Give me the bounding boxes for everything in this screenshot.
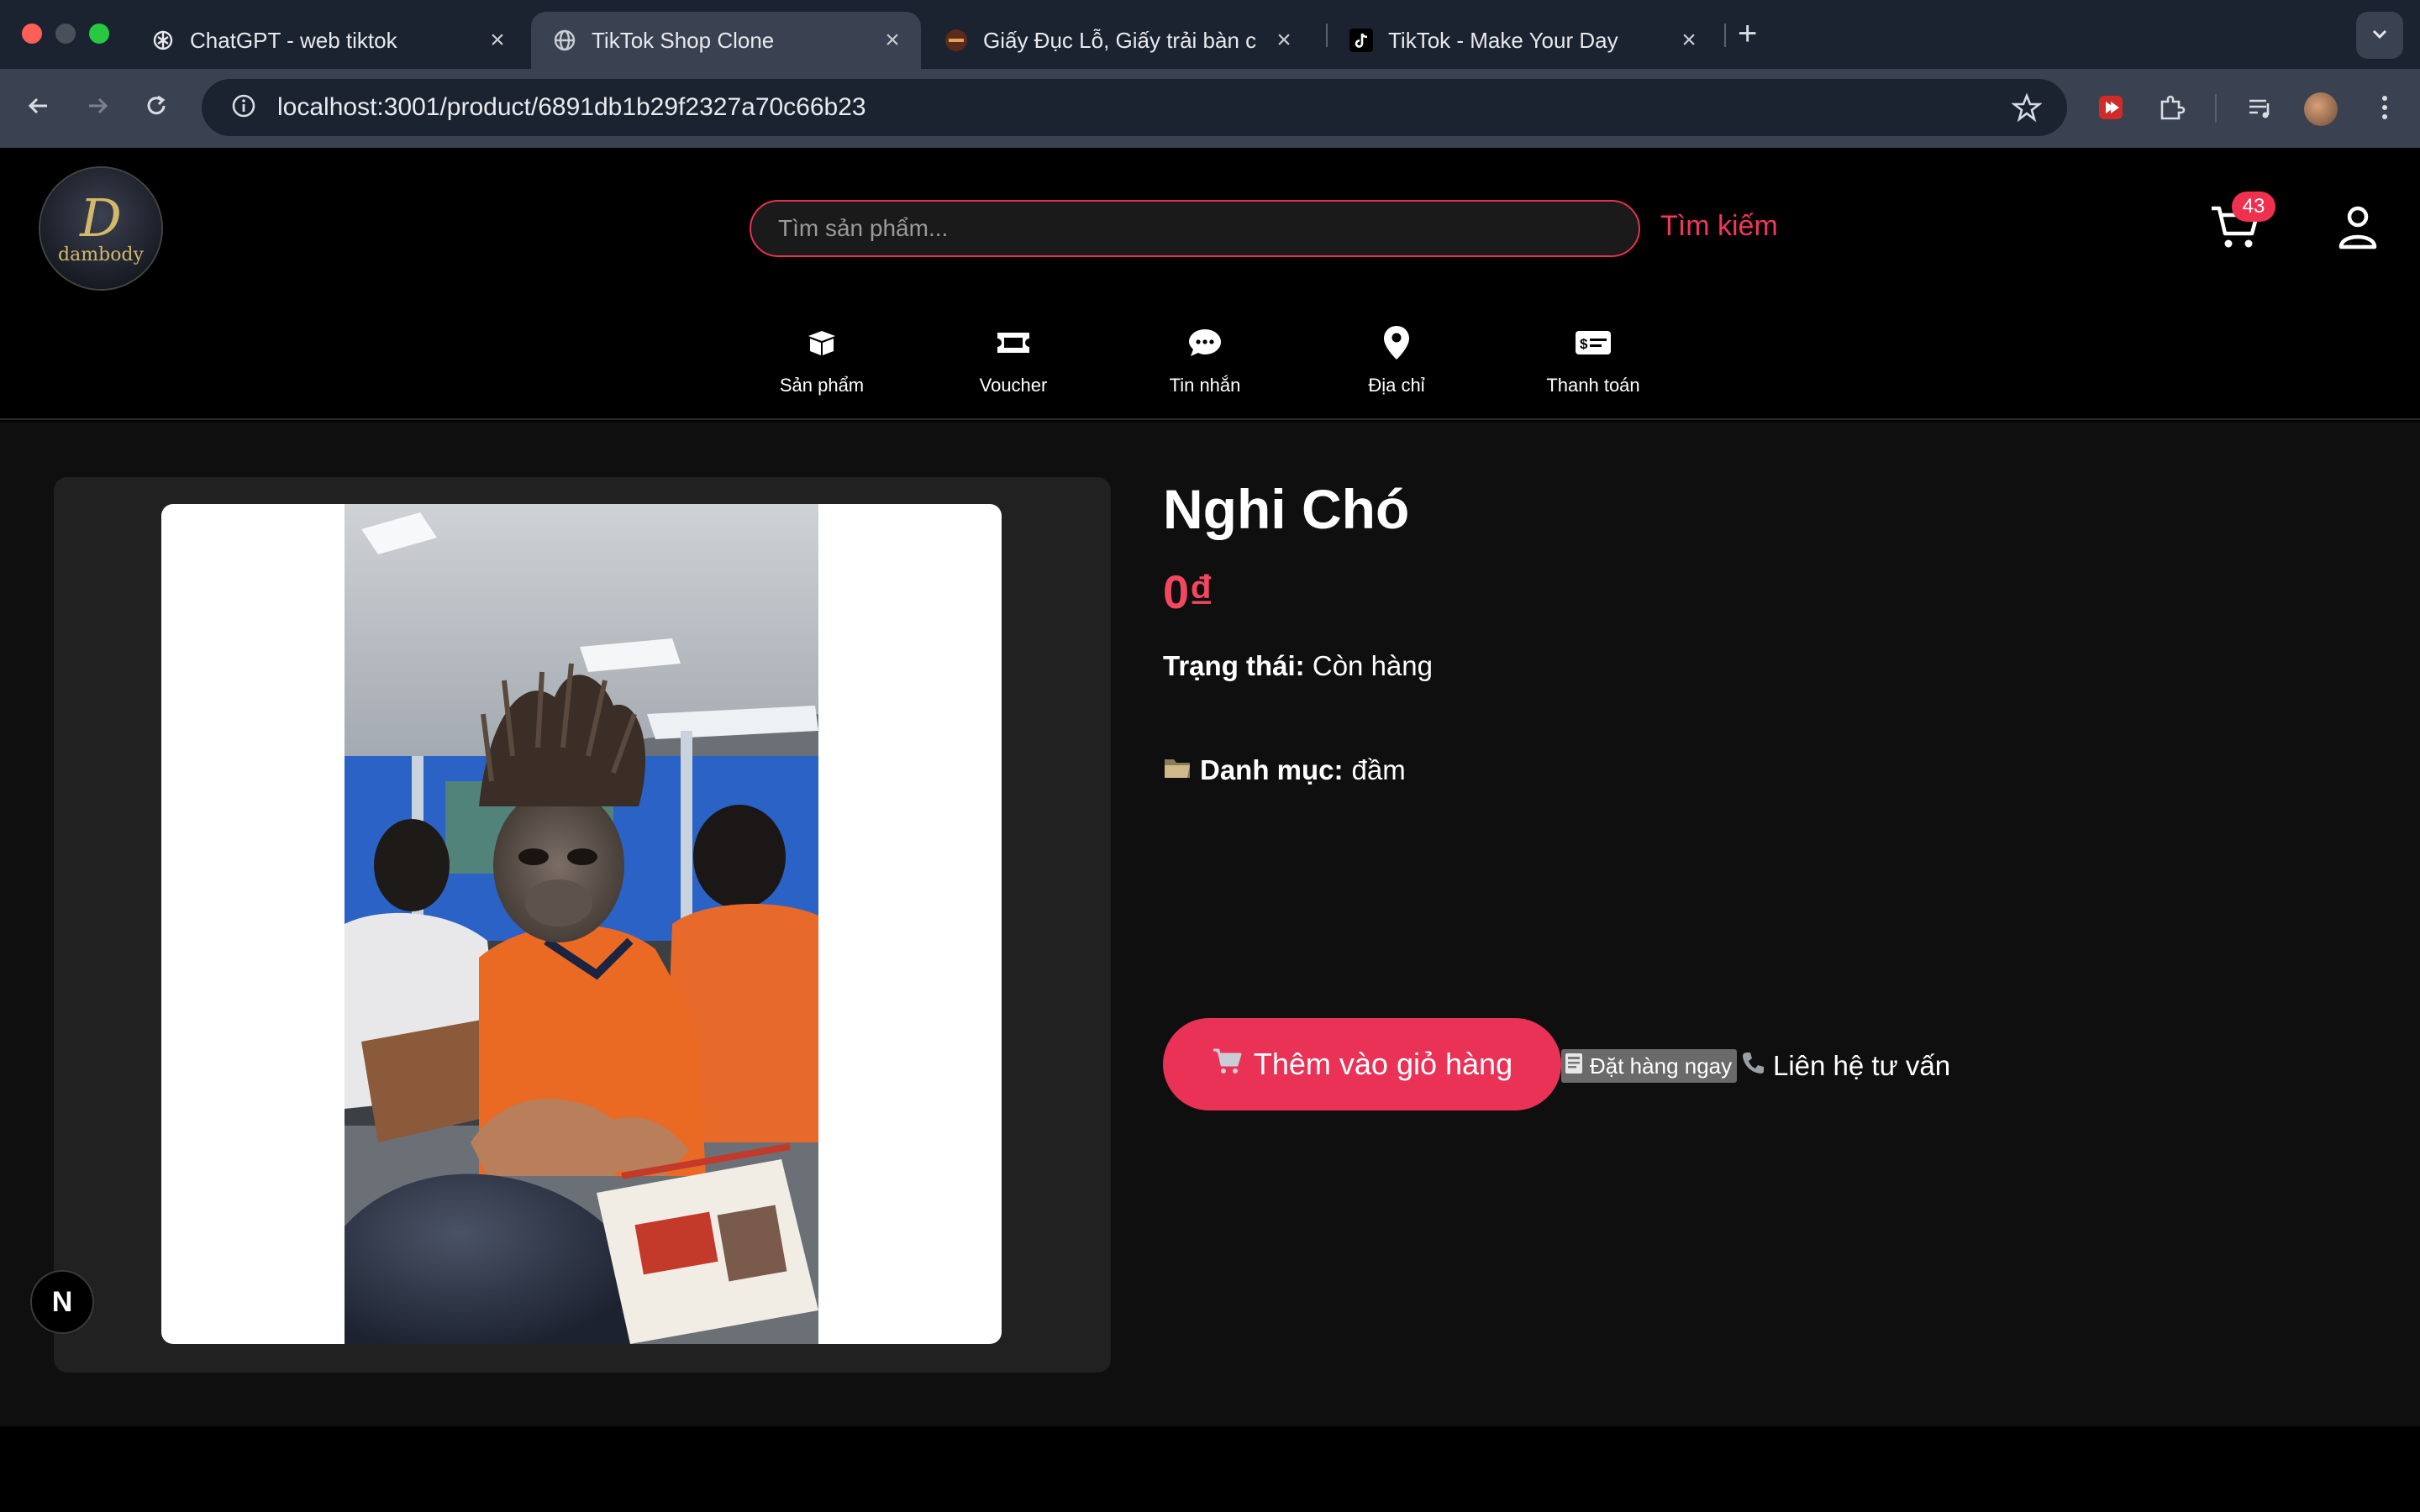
address-bar[interactable]: localhost:3001/product/6891db1b29f2327a7… — [202, 79, 2067, 136]
order-now-button[interactable]: Đặt hàng ngay — [1561, 1049, 1738, 1083]
tab-title: Giấy Đục Lỗ, Giấy trải bàn cắt — [983, 27, 1257, 53]
nav-item-products[interactable]: Sản phẩm — [738, 324, 906, 396]
nav-label: Địa chỉ — [1368, 375, 1425, 396]
reload-button[interactable] — [138, 89, 175, 126]
contact-label: Liên hệ tư vấn — [1773, 1050, 1951, 1081]
payment-card-icon: $ — [1575, 324, 1612, 361]
add-to-cart-button[interactable]: Thêm vào giỏ hàng — [1163, 1018, 1561, 1110]
cart-icon — [1212, 1047, 1244, 1083]
tiktok-icon — [1349, 29, 1373, 52]
receipt-icon — [1565, 1053, 1583, 1080]
openai-icon — [151, 29, 175, 52]
close-icon[interactable]: × — [1677, 26, 1701, 55]
nav-label: Sản phẩm — [779, 375, 865, 396]
tab-search-button[interactable] — [2356, 12, 2403, 59]
tab-tiktok-shop-clone[interactable]: TikTok Shop Clone × — [531, 12, 921, 69]
folder-icon — [1163, 754, 1192, 786]
tab-tiktok[interactable]: TikTok - Make Your Day × — [1328, 12, 1718, 69]
product-image-card — [54, 477, 1111, 1373]
product-detail: Nghi Chó 0₫ Trạng thái: Còn hàng Danh mụ… — [0, 422, 2420, 1426]
chat-icon — [1186, 324, 1223, 361]
main-nav: Sản phẩm Voucher Tin nhắn Địa chỉ $ Than… — [0, 324, 2420, 408]
browser-toolbar: localhost:3001/product/6891db1b29f2327a7… — [0, 69, 2420, 148]
nav-item-address[interactable]: Địa chỉ — [1313, 324, 1481, 396]
nav-label: Thanh toán — [1546, 375, 1640, 396]
product-price: 0₫ — [1163, 565, 1213, 618]
kebab-menu-icon[interactable] — [2366, 89, 2403, 126]
nav-item-messages[interactable]: Tin nhắn — [1121, 324, 1289, 396]
browser-tab-bar: ChatGPT - web tiktok × TikTok Shop Clone… — [0, 0, 2420, 69]
arrow-right-icon — [84, 92, 111, 123]
phone-icon — [1741, 1050, 1766, 1082]
new-tab-button[interactable]: + — [1738, 15, 1757, 53]
site-logo[interactable]: D dambody — [40, 168, 161, 289]
location-pin-icon — [1378, 324, 1415, 361]
site-favicon-icon — [944, 29, 968, 52]
close-icon[interactable]: × — [486, 26, 509, 55]
nav-item-voucher[interactable]: Voucher — [929, 324, 1097, 396]
tab-title: ChatGPT - web tiktok — [190, 27, 397, 53]
svg-text:$: $ — [1580, 336, 1588, 352]
nav-label: Voucher — [979, 375, 1048, 396]
window-minimize-button[interactable] — [55, 24, 76, 44]
product-title: Nghi Chó — [1163, 478, 1410, 540]
forward-button[interactable] — [79, 89, 116, 126]
window-zoom-button[interactable] — [89, 24, 109, 44]
ticket-icon — [995, 324, 1032, 361]
box-icon — [803, 324, 840, 361]
nav-item-payment[interactable]: $ Thanh toán — [1509, 324, 1677, 396]
globe-icon — [553, 29, 576, 52]
tab-chatgpt[interactable]: ChatGPT - web tiktok × — [129, 12, 526, 69]
close-icon[interactable]: × — [1272, 26, 1296, 55]
status-value: Còn hàng — [1312, 650, 1433, 681]
tab-separator — [1724, 24, 1726, 47]
site-info-icon[interactable] — [230, 92, 257, 123]
url-text: localhost:3001/product/6891db1b29f2327a7… — [277, 93, 866, 121]
product-category: Danh mục: đầm — [1163, 754, 1406, 786]
reload-icon — [143, 92, 170, 123]
profile-avatar[interactable] — [2304, 92, 2338, 126]
contact-link[interactable]: Liên hệ tư vấn — [1741, 1050, 1950, 1082]
window-close-button[interactable] — [22, 24, 42, 44]
toolbar-separator — [2215, 94, 2217, 123]
page-footer — [0, 1426, 2420, 1512]
close-icon[interactable]: × — [881, 26, 904, 55]
cart-count-badge: 43 — [2232, 192, 2275, 222]
product-photo[interactable] — [345, 504, 818, 1344]
search-input[interactable] — [750, 200, 1640, 257]
chevron-down-icon — [2369, 23, 2391, 49]
category-value: đầm — [1351, 754, 1406, 785]
category-label: Danh mục: — [1200, 754, 1344, 785]
tab-giay-duc-lo[interactable]: Giấy Đục Lỗ, Giấy trải bàn cắt × — [923, 12, 1313, 69]
add-to-cart-label: Thêm vào giỏ hàng — [1253, 1047, 1513, 1081]
site-header: D dambody Tìm kiếm 43 Sản phẩm — [0, 148, 2420, 420]
tab-title: TikTok Shop Clone — [592, 27, 775, 53]
order-now-label: Đặt hàng ngay — [1590, 1053, 1733, 1079]
web-page: D dambody Tìm kiếm 43 Sản phẩm — [0, 148, 2420, 1512]
shopping-cart-icon — [2208, 206, 2264, 257]
product-status: Trạng thái: Còn hàng — [1163, 650, 1433, 682]
user-account-button[interactable] — [2333, 202, 2383, 252]
search-button[interactable]: Tìm kiếm — [1660, 210, 1778, 243]
extension-red-icon[interactable] — [2092, 89, 2129, 126]
nav-label: Tin nhắn — [1169, 375, 1241, 396]
extensions-puzzle-icon[interactable] — [2153, 89, 2190, 126]
dev-tools-badge[interactable]: N — [30, 1270, 94, 1334]
user-icon — [2333, 206, 2383, 255]
status-label: Trạng thái: — [1163, 650, 1305, 681]
product-image-frame — [161, 504, 1002, 1344]
logo-mark: D — [80, 186, 122, 249]
arrow-left-icon — [25, 92, 52, 123]
back-button[interactable] — [20, 89, 57, 126]
tab-title: TikTok - Make Your Day — [1388, 27, 1618, 53]
logo-text: dambody — [58, 244, 144, 265]
bookmark-star-icon[interactable] — [2011, 92, 2043, 127]
media-control-icon[interactable] — [2242, 89, 2279, 126]
